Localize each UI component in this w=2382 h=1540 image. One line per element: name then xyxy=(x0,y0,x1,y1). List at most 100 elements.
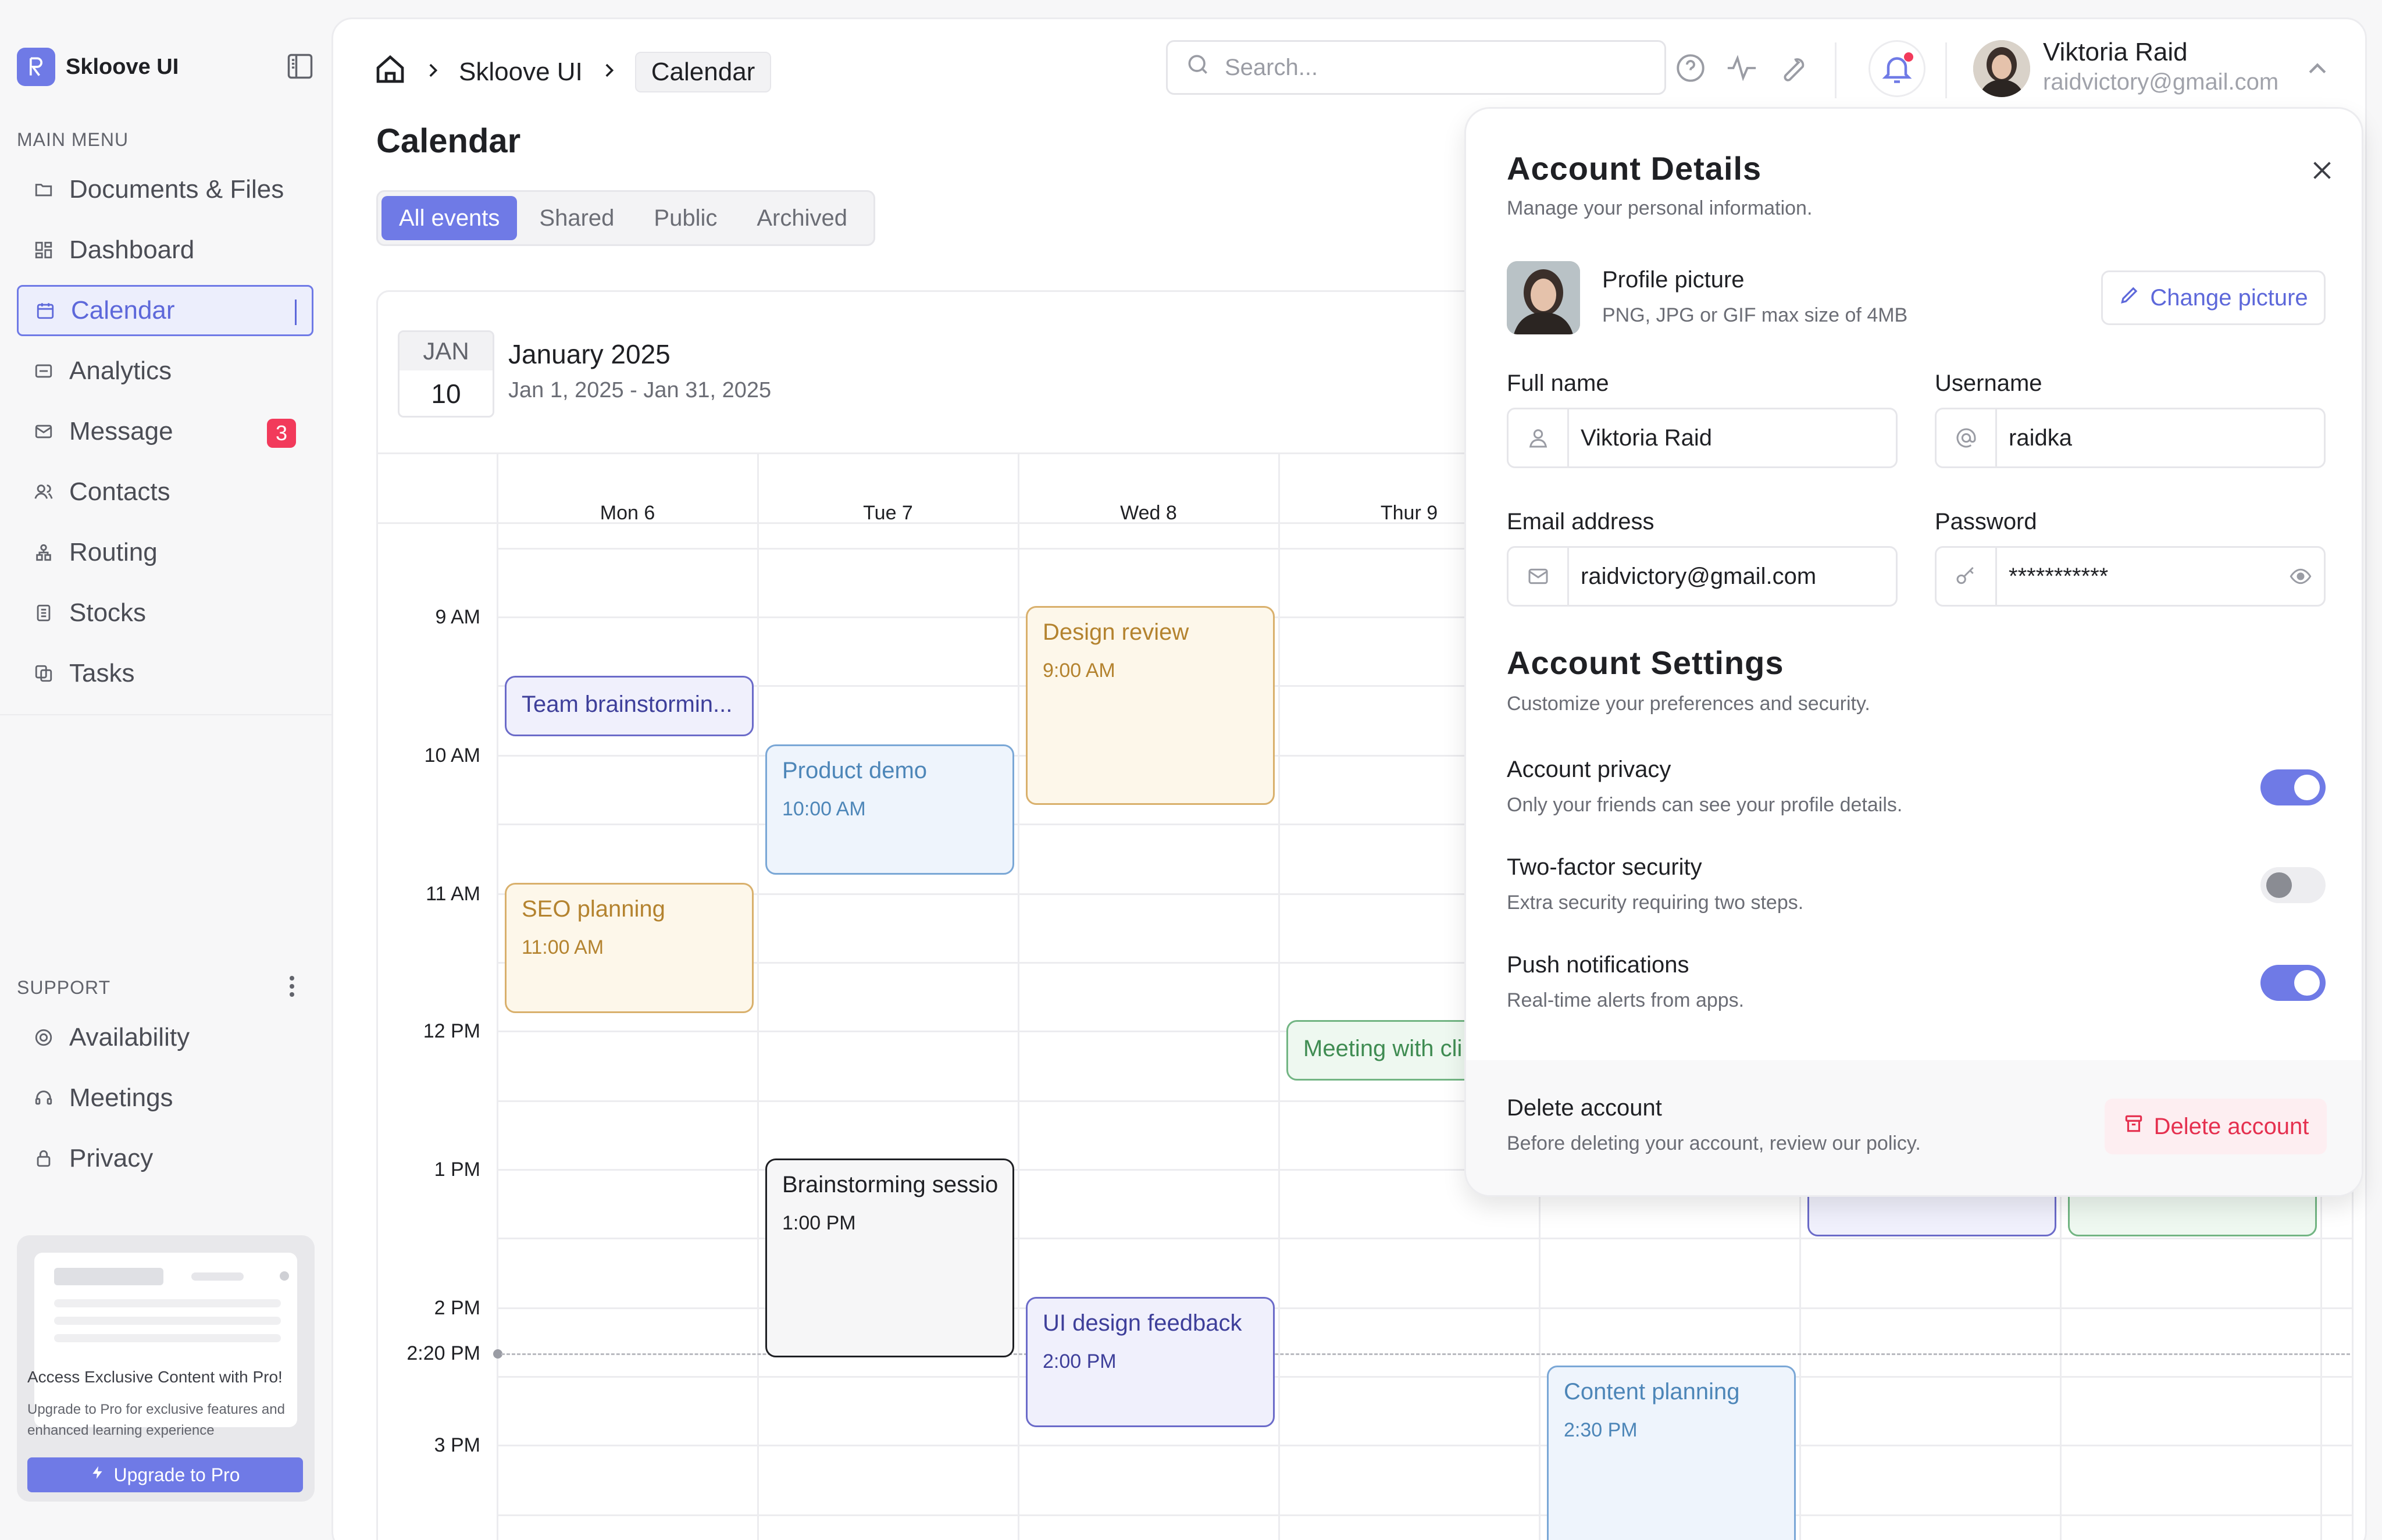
home-icon[interactable] xyxy=(374,53,406,92)
eye-icon[interactable] xyxy=(2277,565,2324,588)
hour-label: 3 PM xyxy=(434,1434,480,1456)
breadcrumb-root[interactable]: Skloove UI xyxy=(459,58,583,87)
sidebar-item-privacy[interactable]: Privacy xyxy=(17,1133,313,1184)
sidebar-item-documents[interactable]: Documents & Files xyxy=(17,164,313,215)
delete-account-button[interactable]: Delete account xyxy=(2105,1099,2327,1154)
date-chip-month: JAN xyxy=(400,332,493,370)
breadcrumb: Skloove UI Calendar xyxy=(374,52,772,92)
sidebar-item-stocks[interactable]: Stocks xyxy=(17,587,313,639)
event-time: 11:00 AM xyxy=(522,936,604,958)
brand-name: Skloove UI xyxy=(66,54,179,79)
brand[interactable]: Skloove UI xyxy=(17,48,179,86)
routing-icon xyxy=(33,542,54,563)
delete-account-desc: Before deleting your account, review our… xyxy=(1507,1132,1921,1154)
search-input[interactable]: Search... xyxy=(1166,40,1666,95)
upgrade-button-label: Upgrade to Pro xyxy=(113,1464,240,1485)
sidebar-item-label: Routing xyxy=(69,538,158,566)
wrench-icon[interactable] xyxy=(1774,49,1812,87)
event-time: 10:00 AM xyxy=(782,798,866,820)
username-field[interactable]: raidka xyxy=(1935,408,2326,468)
help-icon[interactable] xyxy=(1672,49,1709,87)
event-ui-design-feedback[interactable]: UI design feedback 2:00 PM xyxy=(1026,1297,1275,1427)
trash-icon xyxy=(2123,1113,2145,1140)
tasks-icon xyxy=(33,663,54,684)
chevron-up-icon[interactable] xyxy=(2299,51,2336,88)
tab-public[interactable]: Public xyxy=(636,196,734,240)
promo-text: Upgrade to Pro for exclusive features an… xyxy=(27,1402,285,1438)
contacts-icon xyxy=(33,482,54,502)
event-title: Product demo xyxy=(782,758,928,783)
sidebar-item-label: Message xyxy=(69,417,173,445)
sidebar-item-routing[interactable]: Routing xyxy=(17,527,313,578)
event-title: SEO planning xyxy=(522,896,665,922)
sidebar-item-tasks[interactable]: Tasks xyxy=(17,648,313,699)
hour-label: 11 AM xyxy=(426,883,480,905)
sidebar-item-availability[interactable]: Availability xyxy=(17,1012,313,1063)
day-header-mon[interactable]: Mon 6 xyxy=(498,484,757,542)
change-picture-label: Change picture xyxy=(2150,284,2308,311)
key-icon xyxy=(1937,548,1997,605)
sidebar-item-dashboard[interactable]: Dashboard xyxy=(17,224,313,276)
sidebar-item-analytics[interactable]: Analytics xyxy=(17,345,313,397)
activity-icon[interactable] xyxy=(1723,49,1760,87)
change-picture-button[interactable]: Change picture xyxy=(2101,270,2326,325)
stocks-icon xyxy=(33,603,54,623)
event-time: 1:00 PM xyxy=(782,1212,856,1234)
sidebar-item-meetings[interactable]: Meetings xyxy=(17,1072,313,1124)
event-content-planning[interactable]: Content planning 2:30 PM xyxy=(1547,1366,1796,1540)
setting-2fa-desc: Extra security requiring two steps. xyxy=(1507,892,1804,914)
full-name-field[interactable]: Viktoria Raid xyxy=(1507,408,1898,468)
setting-push-title: Push notifications xyxy=(1507,952,1689,978)
event-team-brainstorming[interactable]: Team brainstormin... xyxy=(505,676,754,736)
two-factor-toggle[interactable] xyxy=(2260,867,2326,903)
account-details-subtitle: Manage your personal information. xyxy=(1507,197,1813,219)
event-title: UI design feedback xyxy=(1043,1310,1242,1336)
upgrade-to-pro-button[interactable]: Upgrade to Pro xyxy=(27,1457,303,1492)
event-title: Content planning xyxy=(1564,1379,1740,1404)
tab-archived[interactable]: Archived xyxy=(739,196,865,240)
event-design-review[interactable]: Design review 9:00 AM xyxy=(1026,606,1275,805)
hour-label: 9 AM xyxy=(435,606,480,628)
sidebar-item-calendar[interactable]: Calendar xyxy=(17,285,313,336)
event-brainstorming-session[interactable]: Brainstorming session 1:00 PM xyxy=(765,1158,1014,1357)
sidebar-item-contacts[interactable]: Contacts xyxy=(17,466,313,518)
hour-label: 2 PM xyxy=(434,1297,480,1319)
user-avatar[interactable] xyxy=(1973,40,2030,97)
notification-dot xyxy=(1904,52,1913,62)
password-field[interactable]: *********** xyxy=(1935,546,2326,607)
day-header-wed[interactable]: Wed 8 xyxy=(1019,484,1278,542)
profile-picture xyxy=(1507,261,1580,334)
lock-icon xyxy=(33,1148,54,1169)
notifications-bell-icon[interactable] xyxy=(1868,40,1925,97)
sidebar-item-message[interactable]: Message 3 xyxy=(17,406,313,457)
event-product-demo[interactable]: Product demo 10:00 AM xyxy=(765,744,1014,875)
calendar-icon xyxy=(35,300,56,321)
hour-label: 12 PM xyxy=(423,1020,480,1042)
email-field[interactable]: raidvictory@gmail.com xyxy=(1507,546,1898,607)
row-line xyxy=(497,1445,2352,1446)
tab-all-events[interactable]: All events xyxy=(381,196,518,240)
event-filter-tabs: All events Shared Public Archived xyxy=(376,190,875,246)
event-time: 2:00 PM xyxy=(1043,1350,1117,1373)
push-notifications-toggle[interactable] xyxy=(2260,965,2326,1001)
breadcrumb-current[interactable]: Calendar xyxy=(634,52,772,92)
full-name-label: Full name xyxy=(1507,370,1609,396)
day-header-tue[interactable]: Tue 7 xyxy=(758,484,1018,542)
setting-privacy-desc: Only your friends can see your profile d… xyxy=(1507,794,1903,816)
chevron-right-icon xyxy=(423,58,443,87)
user-name[interactable]: Viktoria Raid xyxy=(2043,38,2188,67)
sidebar-toggle-icon[interactable] xyxy=(285,51,315,81)
support-more-icon[interactable] xyxy=(287,975,297,1001)
event-seo-planning[interactable]: SEO planning 11:00 AM xyxy=(505,883,754,1013)
toggle-knob xyxy=(2294,775,2320,800)
hour-label: 1 PM xyxy=(434,1158,480,1181)
account-details-panel: Account Details Manage your personal inf… xyxy=(1464,107,2363,1197)
privacy-toggle[interactable] xyxy=(2260,769,2326,805)
close-icon[interactable] xyxy=(2305,153,2340,188)
account-details-title: Account Details xyxy=(1507,150,1762,187)
header-divider xyxy=(1835,42,1837,98)
search-icon xyxy=(1185,52,1211,83)
tab-shared[interactable]: Shared xyxy=(522,196,632,240)
delete-account-title: Delete account xyxy=(1507,1095,1662,1121)
user-email: raidvictory@gmail.com xyxy=(2043,69,2279,95)
